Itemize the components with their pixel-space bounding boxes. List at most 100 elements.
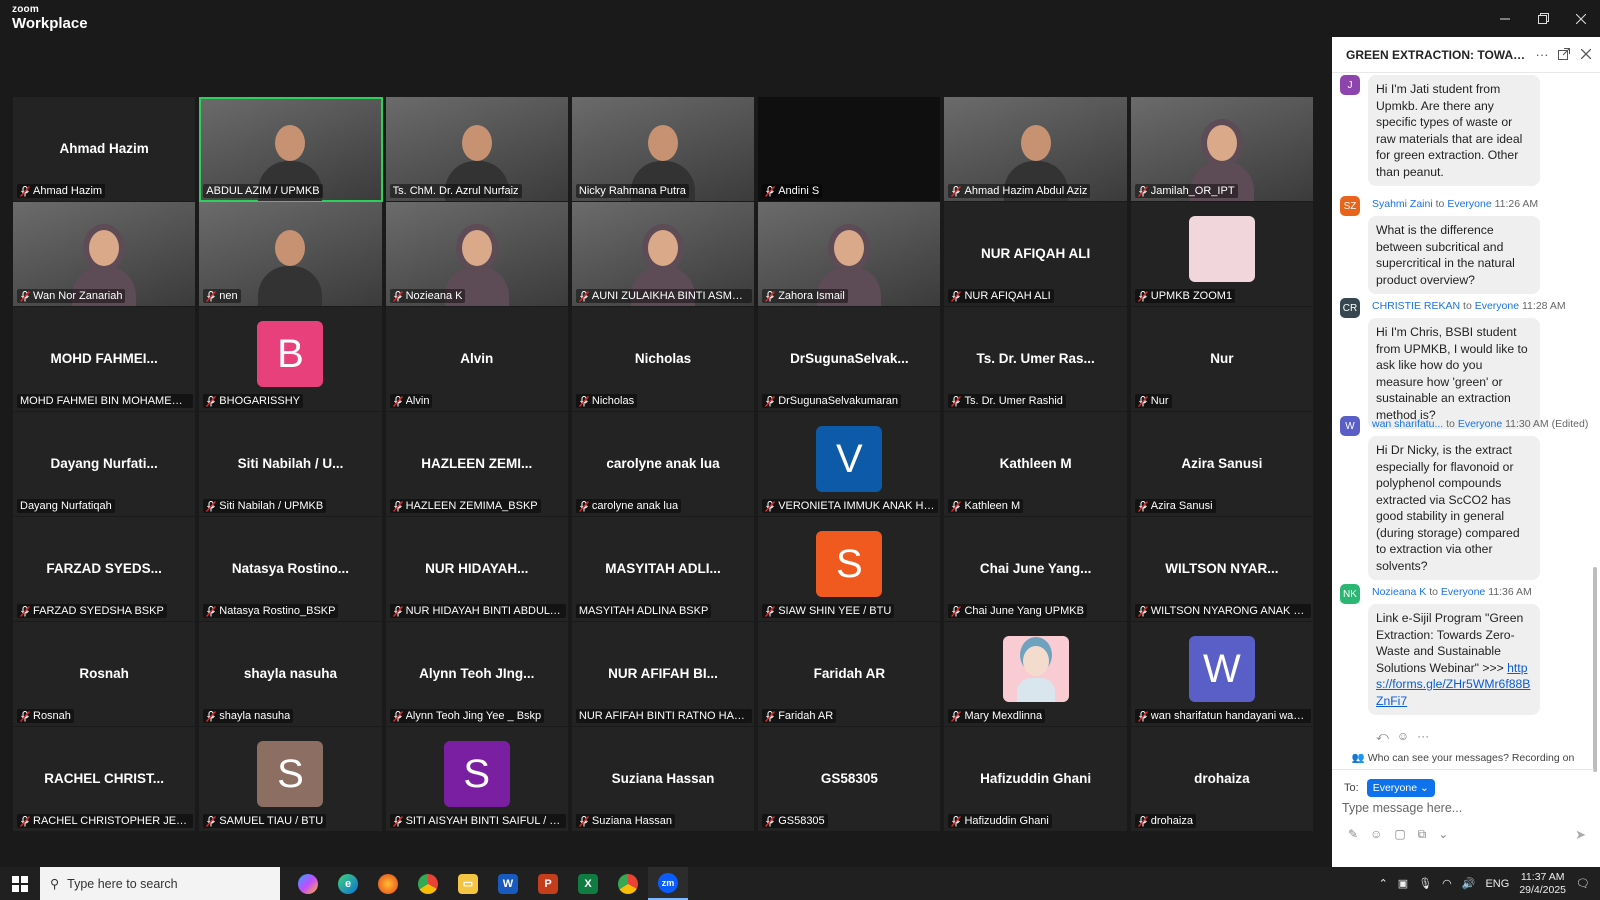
participant-tile[interactable]: Ts. ChM. Dr. Azrul Nurfaiz <box>385 97 569 202</box>
chat-messages[interactable]: J Hi I'm Jati student from Upmkb. Are the… <box>1332 73 1594 753</box>
recipient-dropdown[interactable]: Everyone ⌄ <box>1366 779 1435 797</box>
close-window-button[interactable] <box>1562 0 1600 37</box>
participant-tile[interactable]: Faridah AR Faridah AR <box>758 622 942 727</box>
word-icon[interactable]: W <box>488 867 528 900</box>
participant-tile[interactable]: Alvin Alvin <box>385 307 569 412</box>
participant-display-name: HAZLEEN ZEMI... <box>421 456 533 471</box>
participant-tile[interactable]: Natasya Rostino... Natasya Rostino_BSKP <box>199 517 383 622</box>
participant-tile[interactable]: DrSugunaSelvak... DrSugunaSelvakumaran <box>758 307 942 412</box>
participant-tile[interactable]: RACHEL CHRIST... RACHEL CHRISTOPHER JERRY… <box>13 727 197 832</box>
participant-tile[interactable]: Wan Nor Zanariah <box>13 202 197 307</box>
excel-icon[interactable]: X <box>568 867 608 900</box>
participant-tile[interactable]: S SITI AISYAH BINTI SAIFUL / UPM <box>385 727 569 832</box>
participant-tile[interactable]: Azira Sanusi Azira Sanusi <box>1130 412 1315 517</box>
language-indicator[interactable]: ENG <box>1485 878 1509 890</box>
screenshot-icon[interactable]: ⧉ <box>1418 827 1427 842</box>
clock[interactable]: 11:37 AM 29/4/2025 <box>1519 871 1566 897</box>
chrome-icon[interactable] <box>408 867 448 900</box>
participant-tile[interactable]: GS58305 GS58305 <box>758 727 942 832</box>
participant-name: Alynn Teoh Jing Yee _ Bskp <box>405 710 542 722</box>
participant-tile[interactable]: Suziana Hassan Suziana Hassan <box>571 727 756 832</box>
restore-button[interactable] <box>1524 0 1562 37</box>
close-chat-icon[interactable] <box>1578 46 1594 62</box>
to-word: to <box>1463 300 1472 312</box>
participant-tile[interactable]: Ahmad Hazim Abdul Aziz <box>944 97 1128 202</box>
sender-name[interactable]: wan sharifatu... <box>1372 418 1443 430</box>
sender-name[interactable]: Nozieana K <box>1372 586 1426 598</box>
pop-out-icon[interactable] <box>1556 46 1572 62</box>
participant-tile[interactable]: ABDUL AZIM / UPMKB <box>199 97 383 202</box>
participant-tile[interactable]: Hafizuddin Ghani Hafizuddin Ghani <box>944 727 1128 832</box>
participant-tile[interactable]: UPMKB ZOOM1 <box>1130 202 1315 307</box>
muted-mic-icon <box>765 290 776 302</box>
notifications-icon[interactable]: 🗨 <box>1576 877 1590 890</box>
participant-tile[interactable]: Ahmad Hazim Ahmad Hazim <box>13 97 197 202</box>
windows-start-icon[interactable] <box>6 867 34 900</box>
participant-tile[interactable]: B BHOGARISSHY <box>199 307 383 412</box>
participant-tile[interactable]: shayla nasuha shayla nasuha <box>199 622 383 727</box>
participant-tile[interactable]: FARZAD SYEDS... FARZAD SYEDSHA BSKP <box>13 517 197 622</box>
copilot-icon[interactable] <box>288 867 328 900</box>
participant-tile[interactable]: WILTSON NYAR... WILTSON NYARONG ANAK JOST… <box>1130 517 1315 622</box>
minimize-button[interactable] <box>1486 0 1524 37</box>
participant-tile[interactable]: NUR AFIQAH ALI NUR AFIQAH ALI <box>944 202 1128 307</box>
participant-tile[interactable]: MOHD FAHMEI... MOHD FAHMEI BIN MOHAMED HU… <box>13 307 197 412</box>
participant-tile[interactable]: Mary Mexdlinna <box>944 622 1128 727</box>
sender-name[interactable]: CHRISTIE REKAN <box>1372 300 1460 312</box>
zoom-taskbar-icon[interactable]: zm <box>648 867 688 900</box>
participant-tile[interactable]: Nozieana K <box>385 202 569 307</box>
participant-tile[interactable]: Chai June Yang... Chai June Yang UPMKB <box>944 517 1128 622</box>
file-explorer-icon[interactable]: ▭ <box>448 867 488 900</box>
firefox-icon[interactable] <box>368 867 408 900</box>
participant-tile[interactable]: Nicky Rahmana Putra <box>571 97 756 202</box>
more-icon[interactable]: ··· <box>1534 46 1550 62</box>
participant-tile[interactable]: Andini S <box>758 97 942 202</box>
chat-scrollbar[interactable] <box>1593 77 1597 772</box>
participant-tile[interactable]: Siti Nabilah / U... Siti Nabilah / UPMKB <box>199 412 383 517</box>
powerpoint-icon[interactable]: P <box>528 867 568 900</box>
participant-tile[interactable]: Nur Nur <box>1130 307 1315 412</box>
emoji-icon[interactable]: ☺ <box>1370 827 1382 842</box>
sender-name[interactable]: Syahmi Zaini <box>1372 198 1433 210</box>
participant-tile[interactable]: NUR HIDAYAH... NUR HIDAYAH BINTI ABDUL HA… <box>385 517 569 622</box>
participant-tile[interactable]: drohaiza drohaiza <box>1130 727 1315 832</box>
participant-tile[interactable]: Wwan sharifatun handayani wan z... <box>1130 622 1315 727</box>
participant-tile[interactable]: Jamilah_OR_IPT <box>1130 97 1315 202</box>
participant-tile[interactable]: Kathleen M Kathleen M <box>944 412 1128 517</box>
taskbar-search[interactable]: ⚲ Type here to search <box>40 867 280 900</box>
participant-tile[interactable]: Nicholas Nicholas <box>571 307 756 412</box>
meet-icon[interactable]: ▣ <box>1398 877 1408 890</box>
participant-tile[interactable]: NUR AFIFAH BI... NUR AFIFAH BINTI RATNO H… <box>571 622 756 727</box>
send-icon[interactable]: ➤ <box>1575 827 1586 843</box>
chrome-profile-icon[interactable] <box>608 867 648 900</box>
message-input[interactable] <box>1342 801 1586 815</box>
chevron-up-icon[interactable]: ⌃ <box>1379 877 1388 890</box>
participant-name-label: NUR AFIFAH BINTI RATNO HADIYO... <box>575 709 752 723</box>
participant-tile[interactable]: Dayang Nurfati... Dayang Nurfatiqah <box>13 412 197 517</box>
reply-icon[interactable]: ⤺ <box>1376 729 1389 744</box>
participant-tile[interactable]: AUNI ZULAIKHA BINTI ASMAWI /... <box>571 202 756 307</box>
participant-tile[interactable]: Alynn Teoh JIng... Alynn Teoh Jing Yee _ … <box>385 622 569 727</box>
emoji-react-icon[interactable]: ☺ <box>1397 729 1409 744</box>
participant-tile[interactable]: nen <box>199 202 383 307</box>
chevron-down-icon[interactable]: ⌄ <box>1438 827 1448 842</box>
volume-icon[interactable]: 🔊 <box>1462 877 1476 890</box>
participant-tile[interactable]: Rosnah Rosnah <box>13 622 197 727</box>
privacy-notice[interactable]: 👥 Who can see your messages? Recording o… <box>1332 746 1594 770</box>
participant-name: carolyne anak lua <box>591 500 679 512</box>
participant-tile[interactable]: HAZLEEN ZEMI... HAZLEEN ZEMIMA_BSKP <box>385 412 569 517</box>
file-icon[interactable]: ▢ <box>1394 827 1405 842</box>
participant-tile[interactable]: Ts. Dr. Umer Ras... Ts. Dr. Umer Rashid <box>944 307 1128 412</box>
participant-tile[interactable]: Zahora Ismail <box>758 202 942 307</box>
participant-tile[interactable]: MASYITAH ADLI... MASYITAH ADLINA BSKP <box>571 517 756 622</box>
chat-scroll-thumb[interactable] <box>1593 567 1597 772</box>
wifi-icon[interactable]: ◠ <box>1442 877 1452 890</box>
more-actions-icon[interactable]: ··· <box>1417 729 1429 744</box>
format-icon[interactable]: ✎ <box>1348 827 1358 842</box>
participant-tile[interactable]: S SAMUEL TIAU / BTU <box>199 727 383 832</box>
participant-tile[interactable]: V VERONIETA IMMUK ANAK HARR... <box>758 412 942 517</box>
participant-tile[interactable]: S SIAW SHIN YEE / BTU <box>758 517 942 622</box>
edge-icon[interactable]: e <box>328 867 368 900</box>
participant-tile[interactable]: carolyne anak lua carolyne anak lua <box>571 412 756 517</box>
microphone-icon[interactable]: 🎙 <box>1418 877 1432 890</box>
